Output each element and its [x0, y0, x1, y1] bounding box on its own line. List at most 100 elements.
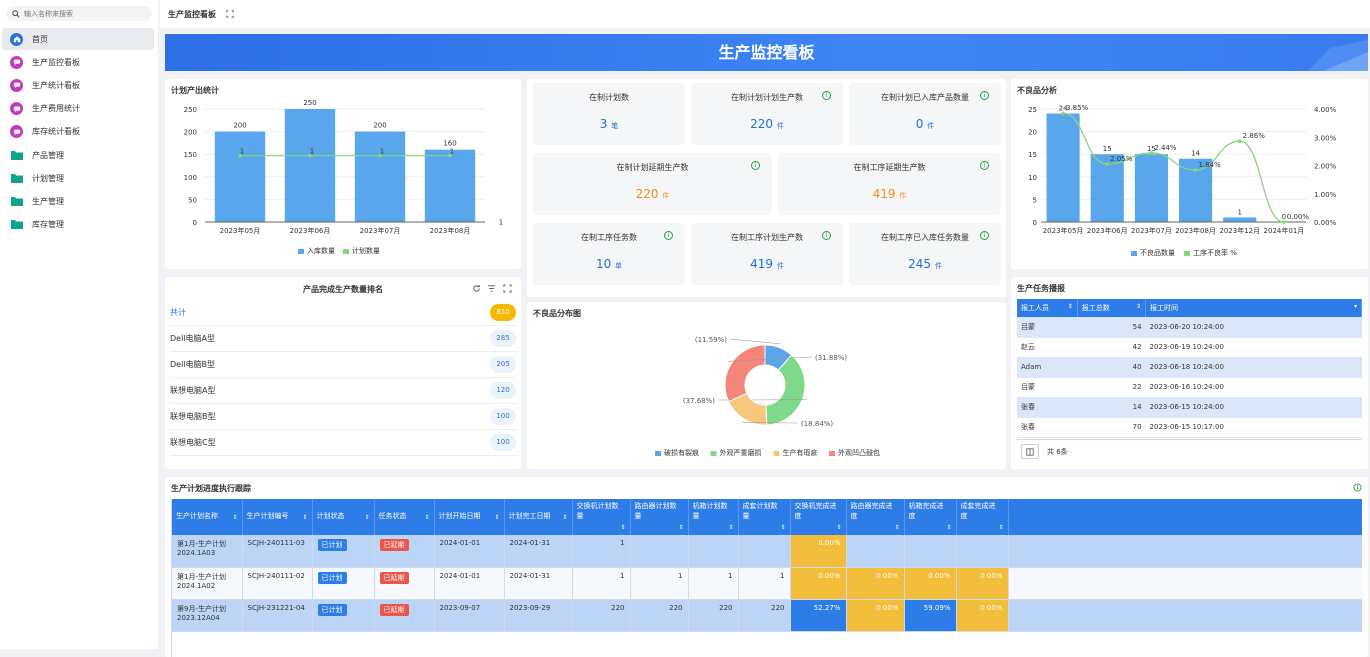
table-row[interactable]: 第1月-生产计划2024.1A03SCJH-240111-03已计划已延期202… [172, 535, 1362, 567]
column-header[interactable]: 交换机完成进度⇕ [790, 499, 846, 535]
line-point [1282, 220, 1286, 224]
column-header[interactable]: 报工时间▾ [1146, 299, 1362, 317]
sort-icon[interactable]: ⇕ [364, 513, 369, 523]
table-row[interactable]: 张春142023-06-15 10:24:00 [1017, 397, 1362, 417]
fullscreen-icon[interactable] [503, 284, 512, 293]
column-header[interactable]: 机箱完成进度⇕ [904, 499, 956, 535]
kpi-label: 在制工序计划生产数 [691, 232, 843, 243]
column-header[interactable]: 交换机计划数量⇕ [572, 499, 630, 535]
info-icon[interactable]: i [980, 161, 989, 170]
column-header[interactable]: 计划开始日期⇕ [434, 499, 504, 535]
chat-icon [10, 56, 23, 69]
fullscreen-icon[interactable] [226, 10, 234, 18]
column-header[interactable]: 路由器完成进度⇕ [846, 499, 904, 535]
sort-icon[interactable]: ⇕ [302, 513, 307, 523]
defect-dist-chart: (11.59%)(37.68%)(18.84%)(31.88%)破损有裂痕外观严… [527, 302, 1006, 469]
sort-icon[interactable]: ⇕ [424, 513, 429, 523]
task-status-cell: 已延期 [374, 535, 434, 567]
info-icon[interactable]: i [980, 91, 989, 100]
column-header[interactable]: 生产计划编号⇕ [242, 499, 312, 535]
plan-status-cell: 已计划 [312, 567, 374, 599]
table-row[interactable]: 张春702023-06-15 10:17:00 [1017, 417, 1362, 437]
sidebar-item-1[interactable]: 生产监控看板 [2, 51, 154, 73]
kpi-card: 在制计划数3 笔 [533, 83, 685, 145]
bar [1135, 154, 1168, 222]
report-count: 22 [1077, 377, 1145, 397]
banner-decoration [1278, 34, 1368, 71]
sort-icon[interactable]: ⇕ [1068, 303, 1073, 310]
folder-icon [10, 148, 23, 162]
report-time: 2023-06-20 10:24:00 [1146, 317, 1362, 337]
info-icon[interactable] [1353, 483, 1362, 492]
table-row[interactable]: 赵云422023-06-19 10:24:00 [1017, 337, 1362, 357]
sort-icon[interactable]: ⇕ [562, 513, 567, 523]
column-header[interactable]: 计划完工日期⇕ [504, 499, 572, 535]
sort-icon[interactable]: ⇕ [728, 523, 733, 533]
table-row[interactable]: 第9月-生产计划2023.12A04SCJH-231221-04已计划已延期20… [172, 599, 1362, 631]
sidebar-item-6[interactable]: 计划管理 [2, 167, 154, 189]
sidebar-item-3[interactable]: 生产费用统计 [2, 98, 154, 120]
column-toggle-button[interactable] [1021, 444, 1039, 459]
right-axis-label: 1 [499, 219, 503, 227]
table-row[interactable]: Adam402023-06-18 10:24:00 [1017, 357, 1362, 377]
sidebar-item-7[interactable]: 生产管理 [2, 190, 154, 212]
column-header[interactable]: 机箱计划数量⇕ [688, 499, 738, 535]
chat-icon [10, 79, 23, 92]
column-header[interactable]: 路由器计划数量⇕ [630, 499, 688, 535]
sidebar-item-2[interactable]: 生产统计看板 [2, 74, 154, 96]
sort-icon[interactable]: ⇕ [998, 523, 1003, 533]
search-input[interactable] [24, 10, 134, 18]
info-icon[interactable]: i [664, 231, 673, 240]
sort-icon[interactable]: ⇕ [1136, 303, 1141, 310]
kpi-label: 在制计划计划生产数 [691, 92, 843, 103]
info-icon[interactable]: i [822, 231, 831, 240]
line-label: 2.44% [1154, 144, 1177, 152]
column-header[interactable]: 生产计划名称⇕ [172, 499, 242, 535]
sort-icon[interactable]: ⇕ [836, 523, 841, 533]
search-box[interactable] [6, 6, 152, 21]
column-header[interactable]: 报工人员⇕ [1017, 299, 1077, 317]
column-header[interactable]: 计划状态⇕ [312, 499, 374, 535]
plan-name: 第1月-生产计划 [177, 572, 237, 582]
table-row[interactable]: 第1月-生产计划2024.1A02SCJH-240111-02已计划已延期202… [172, 567, 1362, 599]
ranking-row: Dell电脑B型205 [170, 352, 516, 378]
info-icon[interactable]: i [980, 231, 989, 240]
slice-label: (18.84%) [801, 420, 833, 428]
sidebar-item-4[interactable]: 库存统计看板 [2, 121, 154, 143]
refresh-icon[interactable] [472, 284, 481, 293]
kpi-value-line: 220 件 [691, 117, 843, 131]
sidebar-item-8[interactable]: 库存管理 [2, 214, 154, 236]
sort-icon[interactable]: ⇕ [780, 523, 785, 533]
plan-output-chart: 05010015020025012002023年05月2502023年06月20… [165, 79, 521, 269]
y-tick-label: 20 [1028, 129, 1037, 137]
sort-icon[interactable]: ▾ [1354, 303, 1357, 310]
table-row[interactable]: 吕蒙542023-06-20 10:24:00 [1017, 317, 1362, 337]
sort-icon[interactable]: ⇕ [894, 523, 899, 533]
sort-icon[interactable]: ⇕ [946, 523, 951, 533]
legend-swatch [829, 451, 835, 456]
column-header[interactable]: 任务状态⇕ [374, 499, 434, 535]
sort-icon[interactable]: ⇕ [232, 513, 237, 523]
y2-tick-label: 1.00% [1314, 191, 1337, 199]
table-row[interactable]: 吕蒙222023-06-16 10:24:00 [1017, 377, 1362, 397]
sidebar-item-0[interactable]: 首页 [2, 28, 154, 50]
tracking-panel: 生产计划进度执行跟踪 生产计划名称⇕生产计划编号⇕计划状态⇕任务状态⇕计划开始日… [165, 477, 1368, 657]
line-label: 0.00% [1287, 213, 1310, 221]
column-header[interactable]: 成套完成进度⇕ [956, 499, 1008, 535]
progress-cell: 0.00% [790, 567, 846, 599]
info-icon[interactable]: i [751, 161, 760, 170]
progress-cell: 52.27% [790, 599, 846, 631]
sidebar-item-5[interactable]: 产品管理 [2, 144, 154, 166]
column-filler [1008, 499, 1362, 535]
info-icon[interactable]: i [822, 91, 831, 100]
sort-icon[interactable]: ⇕ [678, 523, 683, 533]
column-header[interactable]: 报工总数⇕ [1077, 299, 1145, 317]
bar-label: 160 [443, 140, 456, 148]
folder-icon [10, 171, 23, 185]
filter-icon[interactable] [487, 284, 496, 293]
line-point [1238, 139, 1242, 143]
sort-icon[interactable]: ⇕ [620, 523, 625, 533]
sort-icon[interactable]: ⇕ [494, 513, 499, 523]
plan-quantity: 220 [572, 599, 630, 631]
column-header[interactable]: 成套计划数量⇕ [738, 499, 790, 535]
